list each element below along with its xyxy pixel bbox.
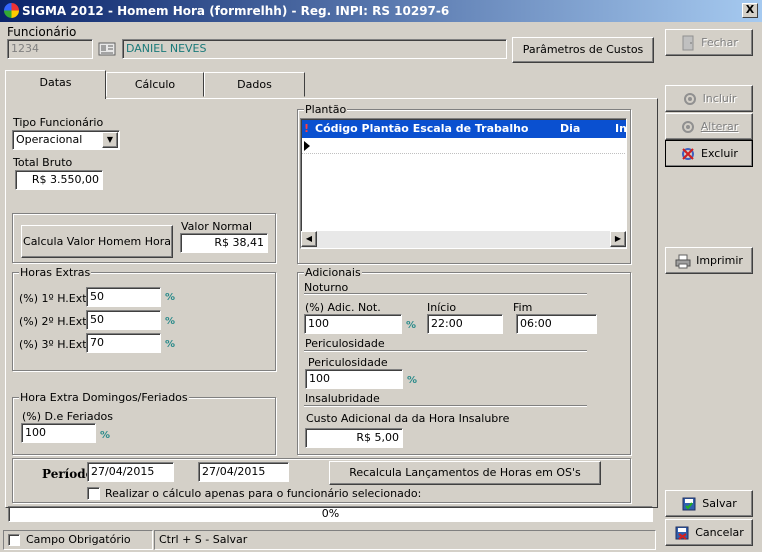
progress-text: 0% [321, 507, 340, 520]
fechar-button[interactable]: Fechar [665, 29, 753, 56]
funcionario-code-field[interactable]: 1234 [7, 39, 93, 59]
delete-icon [680, 146, 696, 162]
status-obrigatorio: Campo Obrigatório [3, 530, 153, 550]
progress-bar: 0% [8, 506, 653, 522]
excluir-button[interactable]: Excluir [665, 140, 753, 167]
alterar-button[interactable]: Alterar [665, 113, 753, 140]
parametros-custos-button[interactable]: Parâmetros de Custos [512, 37, 654, 63]
excluir-label: Excluir [701, 147, 738, 160]
tab-panel [5, 98, 658, 508]
fechar-label: Fechar [701, 36, 738, 49]
title-bar: SIGMA 2012 - Homem Hora (formrelhh) - Re… [0, 0, 762, 22]
imprimir-label: Imprimir [696, 254, 743, 267]
app-logo-icon [4, 3, 19, 18]
cancelar-button[interactable]: Cancelar [665, 519, 753, 546]
window-title: SIGMA 2012 - Homem Hora (formrelhh) - Re… [22, 4, 450, 18]
gear-edit-icon [680, 119, 696, 135]
gear-plus-icon [682, 91, 698, 107]
salvar-button[interactable]: Salvar [665, 490, 753, 517]
funcionario-label: Funcionário [7, 25, 77, 39]
door-icon [680, 35, 696, 51]
required-indicator-icon [8, 534, 20, 546]
printer-icon [675, 253, 691, 269]
cancel-icon [674, 525, 690, 541]
save-icon [681, 496, 697, 512]
tab-datas[interactable]: Datas [5, 70, 106, 99]
funcionario-name-field: DANIEL NEVES [122, 39, 507, 59]
status-obrigatorio-text: Campo Obrigatório [26, 533, 131, 546]
close-window-button[interactable]: X [742, 3, 758, 18]
tab-calculo[interactable]: Cálculo [106, 72, 204, 97]
status-shortcut: Ctrl + S - Salvar [154, 530, 656, 550]
status-shortcut-text: Ctrl + S - Salvar [159, 533, 248, 546]
incluir-button[interactable]: Incluir [665, 85, 753, 112]
id-card-icon[interactable] [97, 40, 117, 58]
salvar-label: Salvar [702, 497, 737, 510]
alterar-label: Alterar [700, 120, 739, 133]
tab-dados[interactable]: Dados [204, 72, 305, 97]
incluir-label: Incluir [702, 92, 737, 105]
cancelar-label: Cancelar [695, 526, 744, 539]
imprimir-button[interactable]: Imprimir [665, 247, 753, 274]
